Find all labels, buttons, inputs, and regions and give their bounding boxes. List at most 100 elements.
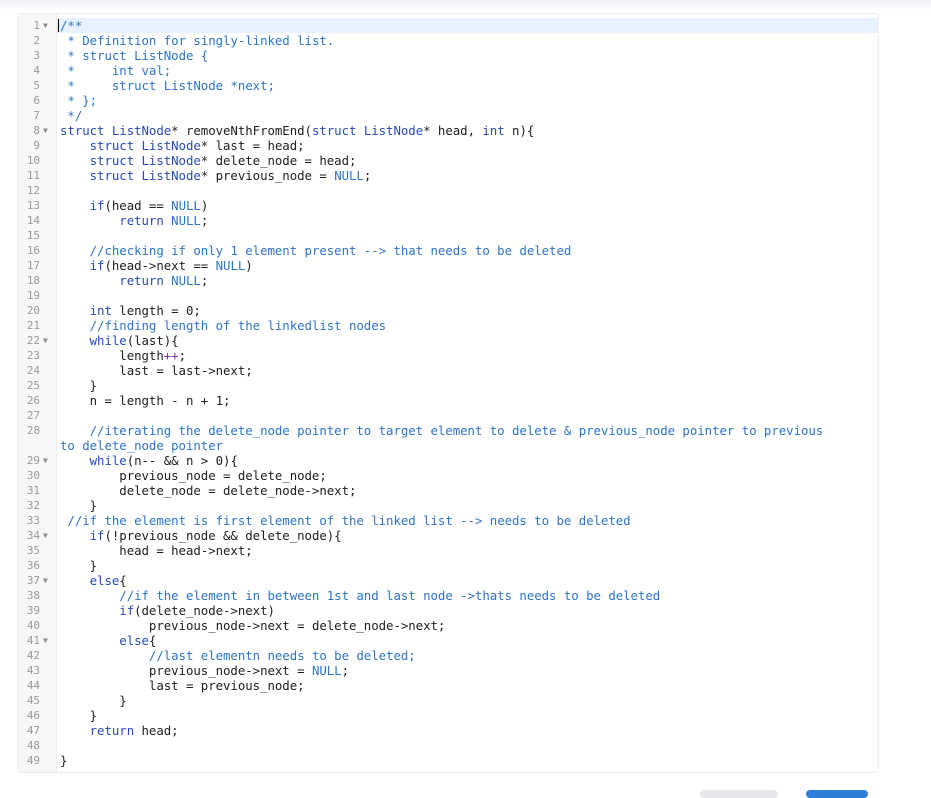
code-text[interactable]: //last elementn needs to be deleted;	[60, 648, 830, 663]
code-line[interactable]: 45 }	[18, 693, 878, 708]
code-line[interactable]: 40 previous_node->next = delete_node->ne…	[18, 618, 878, 633]
code-text[interactable]: * };	[60, 93, 830, 108]
code-text[interactable]: else{	[60, 633, 830, 648]
code-text[interactable]: head = head->next;	[60, 543, 830, 558]
code-text[interactable]: last = last->next;	[60, 363, 830, 378]
code-text[interactable]: return NULL;	[60, 273, 830, 288]
code-text[interactable]: //if the element in between 1st and last…	[60, 588, 830, 603]
code-line[interactable]: 19	[18, 288, 878, 303]
code-text[interactable]: }	[60, 378, 830, 393]
code-line[interactable]: 34 ▼ if(!previous_node && delete_node){	[18, 528, 878, 543]
code-text[interactable]: last = previous_node;	[60, 678, 830, 693]
code-text[interactable]: * int val;	[60, 63, 830, 78]
code-text[interactable]: */	[60, 108, 830, 123]
code-line[interactable]: 31 delete_node = delete_node->next;	[18, 483, 878, 498]
code-line[interactable]: 13 if(head == NULL)	[18, 198, 878, 213]
code-line[interactable]: 39 if(delete_node->next)	[18, 603, 878, 618]
code-line[interactable]: 14 return NULL;	[18, 213, 878, 228]
submit-button-edge[interactable]	[806, 790, 868, 798]
fold-arrow-icon[interactable]: ▼	[43, 123, 53, 138]
code-line[interactable]: 22 ▼ while(last){	[18, 333, 878, 348]
code-line[interactable]: 28 //iterating the delete_node pointer t…	[18, 423, 878, 453]
code-line[interactable]: 49}	[18, 753, 878, 768]
code-text[interactable]: //if the element is first element of the…	[60, 513, 830, 528]
code-text[interactable]: previous_node->next = NULL;	[60, 663, 830, 678]
code-line[interactable]: 15	[18, 228, 878, 243]
code-text[interactable]: * struct ListNode *next;	[60, 78, 830, 93]
code-text[interactable]: * Definition for singly-linked list.	[60, 33, 830, 48]
code-line[interactable]: 25 }	[18, 378, 878, 393]
code-text[interactable]: if(head == NULL)	[60, 198, 830, 213]
code-line[interactable]: 23 length++;	[18, 348, 878, 363]
code-text[interactable]: struct ListNode* removeNthFromEnd(struct…	[60, 123, 830, 138]
code-line[interactable]: 5 * struct ListNode *next;	[18, 78, 878, 93]
code-line[interactable]: 43 previous_node->next = NULL;	[18, 663, 878, 678]
code-line[interactable]: 48	[18, 738, 878, 753]
code-text[interactable]: if(!previous_node && delete_node){	[60, 528, 830, 543]
code-line[interactable]: 30 previous_node = delete_node;	[18, 468, 878, 483]
code-line[interactable]: 42 //last elementn needs to be deleted;	[18, 648, 878, 663]
code-text[interactable]: //checking if only 1 element present -->…	[60, 243, 830, 258]
code-text[interactable]: length++;	[60, 348, 830, 363]
code-line[interactable]: 7 */	[18, 108, 878, 123]
code-line[interactable]: 38 //if the element in between 1st and l…	[18, 588, 878, 603]
code-line[interactable]: 12	[18, 183, 878, 198]
code-text[interactable]: delete_node = delete_node->next;	[60, 483, 830, 498]
code-line[interactable]: 1 ▼ /**	[18, 18, 878, 33]
code-text[interactable]: else{	[60, 573, 830, 588]
code-line[interactable]: 47 return head;	[18, 723, 878, 738]
code-text[interactable]: n = length - n + 1;	[60, 393, 830, 408]
code-text[interactable]: }	[60, 498, 830, 513]
code-line[interactable]: 27	[18, 408, 878, 423]
code-line[interactable]: 17 if(head->next == NULL)	[18, 258, 878, 273]
code-line[interactable]: 16 //checking if only 1 element present …	[18, 243, 878, 258]
code-line[interactable]: 24 last = last->next;	[18, 363, 878, 378]
code-line[interactable]: 32 }	[18, 498, 878, 513]
fold-arrow-icon[interactable]: ▼	[43, 633, 53, 648]
code-line[interactable]: 3 * struct ListNode {	[18, 48, 878, 63]
code-text[interactable]: }	[60, 558, 830, 573]
code-line[interactable]: 18 return NULL;	[18, 273, 878, 288]
code-text[interactable]: * struct ListNode {	[60, 48, 830, 63]
code-line[interactable]: 21 //finding length of the linkedlist no…	[18, 318, 878, 333]
code-text[interactable]: }	[60, 708, 830, 723]
fold-arrow-icon[interactable]: ▼	[43, 528, 53, 543]
code-text[interactable]: previous_node = delete_node;	[60, 468, 830, 483]
code-text[interactable]: if(head->next == NULL)	[60, 258, 830, 273]
code-line[interactable]: 2 * Definition for singly-linked list.	[18, 33, 878, 48]
code-text[interactable]: while(n-- && n > 0){	[60, 453, 830, 468]
code-line[interactable]: 35 head = head->next;	[18, 543, 878, 558]
code-line[interactable]: 44 last = previous_node;	[18, 678, 878, 693]
code-text[interactable]: return head;	[60, 723, 830, 738]
code-editor[interactable]: 1 ▼/** 2 * Definition for singly-linked li…	[17, 13, 879, 773]
code-text[interactable]: while(last){	[60, 333, 830, 348]
code-text[interactable]: previous_node->next = delete_node->next;	[60, 618, 830, 633]
code-text[interactable]: //finding length of the linkedlist nodes	[60, 318, 830, 333]
fold-arrow-icon[interactable]: ▼	[43, 453, 53, 468]
code-text[interactable]: /**	[60, 18, 830, 33]
code-line[interactable]: 6 * };	[18, 93, 878, 108]
code-text[interactable]: return NULL;	[60, 213, 830, 228]
code-line[interactable]: 46 }	[18, 708, 878, 723]
secondary-button-edge[interactable]	[700, 790, 778, 798]
code-line[interactable]: 11 struct ListNode* previous_node = NULL…	[18, 168, 878, 183]
code-text[interactable]: struct ListNode* previous_node = NULL;	[60, 168, 830, 183]
code-line[interactable]: 10 struct ListNode* delete_node = head;	[18, 153, 878, 168]
code-line[interactable]: 36 }	[18, 558, 878, 573]
code-text[interactable]: struct ListNode* delete_node = head;	[60, 153, 830, 168]
fold-arrow-icon[interactable]: ▼	[43, 333, 53, 348]
code-content[interactable]: 1 ▼/** 2 * Definition for singly-linked li…	[18, 18, 878, 768]
code-line[interactable]: 41 ▼ else{	[18, 633, 878, 648]
code-text[interactable]: int length = 0;	[60, 303, 830, 318]
code-line[interactable]: 33 //if the element is first element of …	[18, 513, 878, 528]
fold-arrow-icon[interactable]: ▼	[43, 573, 53, 588]
code-line[interactable]: 4 * int val;	[18, 63, 878, 78]
code-line[interactable]: 29 ▼ while(n-- && n > 0){	[18, 453, 878, 468]
code-line[interactable]: 37 ▼ else{	[18, 573, 878, 588]
code-text[interactable]: }	[60, 753, 830, 768]
code-text[interactable]: //iterating the delete_node pointer to t…	[60, 423, 830, 453]
code-line[interactable]: 26 n = length - n + 1;	[18, 393, 878, 408]
fold-arrow-icon[interactable]: ▼	[43, 18, 53, 33]
code-text[interactable]: }	[60, 693, 830, 708]
code-text[interactable]: struct ListNode* last = head;	[60, 138, 830, 153]
